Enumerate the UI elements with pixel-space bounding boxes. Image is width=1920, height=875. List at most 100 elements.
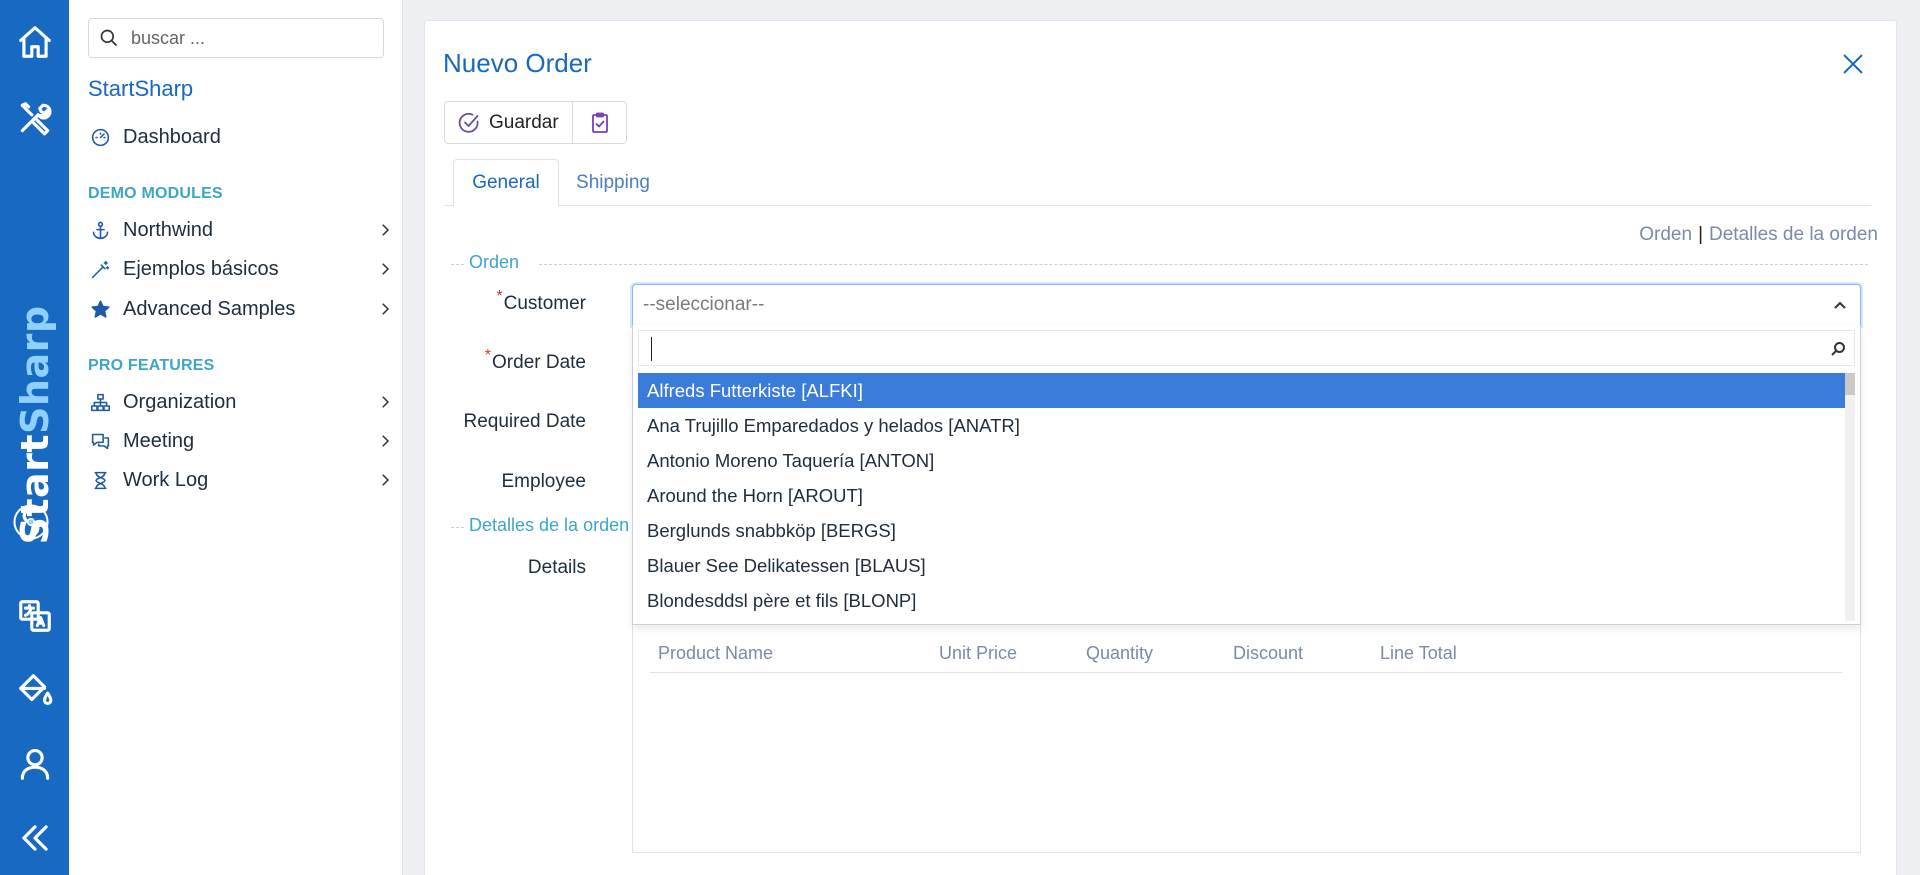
sidebar-item-label: Organization: [123, 390, 237, 413]
tab-shipping[interactable]: Shipping: [568, 159, 658, 206]
customer-select-value: --seleccionar--: [643, 294, 765, 315]
sidebar-item-label: Advanced Samples: [123, 297, 296, 320]
sidebar-item-organization[interactable]: Organization: [88, 386, 394, 418]
details-label: Details: [527, 557, 586, 578]
clipboard-check-icon: [591, 112, 608, 133]
chevron-right-icon: [376, 393, 394, 411]
dialog-tabs: General Shipping: [444, 159, 1871, 207]
sidebar-item-label: Work Log: [123, 468, 209, 491]
star-icon: [88, 297, 112, 321]
sidebar-search[interactable]: [88, 18, 384, 58]
rail-brand-end: Sharp: [13, 305, 57, 434]
required-marker: *: [496, 288, 503, 305]
apply-changes-button[interactable]: [573, 101, 627, 144]
startsharp-logo-icon: [13, 504, 49, 540]
user-profile-button[interactable]: [0, 732, 69, 796]
tools-icon: [20, 102, 52, 136]
sidebar-item-label: Dashboard: [123, 125, 221, 148]
sidebar-search-input[interactable]: [131, 27, 371, 49]
grid-column-header[interactable]: Product Name: [658, 643, 773, 664]
section-heading-pro-features: PRO FEATURES: [88, 357, 215, 374]
dialog-title: Nuevo Order: [443, 48, 592, 78]
check-circle-icon: [458, 112, 479, 133]
dropdown-option[interactable]: Ana Trujillo Emparedados y helados [ANAT…: [638, 408, 1845, 443]
order-date-label: *Order Date: [484, 347, 586, 373]
user-icon: [20, 748, 49, 780]
chevron-right-icon: [376, 471, 394, 489]
text-cursor: [651, 337, 652, 361]
save-button[interactable]: Guardar: [444, 101, 573, 144]
category-link-detalles[interactable]: Detalles de la orden: [1709, 224, 1878, 245]
customer-dropdown: Alfreds Futterkiste [ALFKI] Ana Trujillo…: [632, 325, 1861, 625]
grid-header: Product Name Unit Price Quantity Discoun…: [650, 643, 1842, 673]
employee-label: Employee: [501, 471, 587, 492]
sidebar-brand-title[interactable]: StartSharp: [88, 76, 193, 102]
category-links: Orden | Detalles de la orden: [1639, 224, 1878, 246]
customer-select[interactable]: --seleccionar--: [632, 284, 1861, 326]
section-heading-demo-modules: DEMO MODULES: [88, 185, 223, 202]
close-dialog-button[interactable]: [1840, 51, 1866, 77]
collapse-double-chevron-icon: [21, 825, 48, 851]
dropdown-search[interactable]: [638, 330, 1855, 366]
dropdown-option[interactable]: Blondesddsl père et fils [BLONP]: [638, 583, 1845, 618]
search-icon: [100, 29, 118, 47]
dropdown-search-input[interactable]: [647, 337, 1817, 359]
grid-column-header[interactable]: Line Total: [1380, 643, 1457, 664]
dropdown-option[interactable]: Antonio Moreno Taquería [ANTON]: [638, 443, 1845, 478]
sidebar: StartSharp Dashboard DEMO MODULES Northw…: [69, 0, 403, 875]
grid-column-header[interactable]: Unit Price: [939, 643, 1017, 664]
dropdown-option[interactable]: Alfreds Futterkiste [ALFKI]: [638, 373, 1845, 408]
grid-column-header[interactable]: Quantity: [1086, 643, 1153, 664]
translate-button[interactable]: [0, 584, 69, 648]
category-orden: Orden: [444, 252, 1868, 276]
sidebar-item-label: Northwind: [123, 218, 214, 241]
order-details-grid: Product Name Unit Price Quantity Discoun…: [632, 625, 1861, 853]
dropdown-options: Alfreds Futterkiste [ALFKI] Ana Trujillo…: [638, 373, 1845, 621]
sidebar-item-dashboard[interactable]: Dashboard: [88, 121, 394, 153]
gauge-icon: [88, 125, 112, 149]
collapse-sidebar-button[interactable]: [0, 806, 69, 870]
tools-button[interactable]: [0, 86, 69, 150]
category-title: Orden: [469, 252, 528, 273]
sidebar-item-meeting[interactable]: Meeting: [88, 425, 394, 457]
hourglass-icon: [88, 468, 112, 492]
tab-general[interactable]: General: [453, 159, 559, 207]
category-link-orden[interactable]: Orden: [1639, 224, 1692, 245]
magic-wand-icon: [88, 257, 112, 281]
dropdown-option[interactable]: Around the Horn [AROUT]: [638, 478, 1845, 513]
paint-bucket-icon: [18, 674, 52, 705]
close-icon: [1843, 54, 1863, 74]
translate-icon: [18, 600, 51, 632]
sidebar-item-label: Ejemplos básicos: [123, 257, 279, 280]
search-icon: [1831, 342, 1845, 356]
home-icon: [18, 26, 51, 58]
sidebar-item-ejemplos-basicos[interactable]: Ejemplos básicos: [88, 253, 394, 285]
required-marker: *: [484, 347, 492, 364]
required-date-label: Required Date: [463, 411, 586, 432]
chat-bubbles-icon: [88, 429, 112, 453]
anchor-icon: [88, 218, 112, 242]
theme-button[interactable]: [0, 658, 69, 722]
save-button-label: Guardar: [489, 111, 559, 133]
sidebar-item-northwind[interactable]: Northwind: [88, 214, 394, 246]
dropdown-scrollbar[interactable]: [1845, 373, 1855, 621]
dropdown-option[interactable]: Blauer See Delikatessen [BLAUS]: [638, 548, 1845, 583]
dropdown-option[interactable]: Berglunds snabbköp [BERGS]: [638, 513, 1845, 548]
grid-column-header[interactable]: Discount: [1233, 643, 1303, 664]
org-chart-icon: [88, 390, 112, 414]
sidebar-item-work-log[interactable]: Work Log: [88, 464, 394, 496]
home-button[interactable]: [0, 10, 69, 74]
new-order-dialog: Nuevo Order Guardar General Shipping Ord…: [424, 20, 1897, 875]
customer-label: *Customer: [496, 288, 586, 314]
sidebar-item-label: Meeting: [123, 429, 195, 452]
category-link-separator: |: [1698, 224, 1703, 245]
chevron-right-icon: [376, 260, 394, 278]
chevron-right-icon: [376, 432, 394, 450]
sidebar-item-advanced-samples[interactable]: Advanced Samples: [88, 293, 394, 325]
scrollbar-thumb[interactable]: [1845, 373, 1855, 395]
chevron-right-icon: [376, 221, 394, 239]
category-title: Detalles de la orden: [469, 515, 638, 536]
dialog-toolbar: Guardar: [444, 101, 627, 144]
icon-rail: StartSharp: [0, 0, 69, 875]
chevron-up-icon: [1832, 297, 1848, 313]
